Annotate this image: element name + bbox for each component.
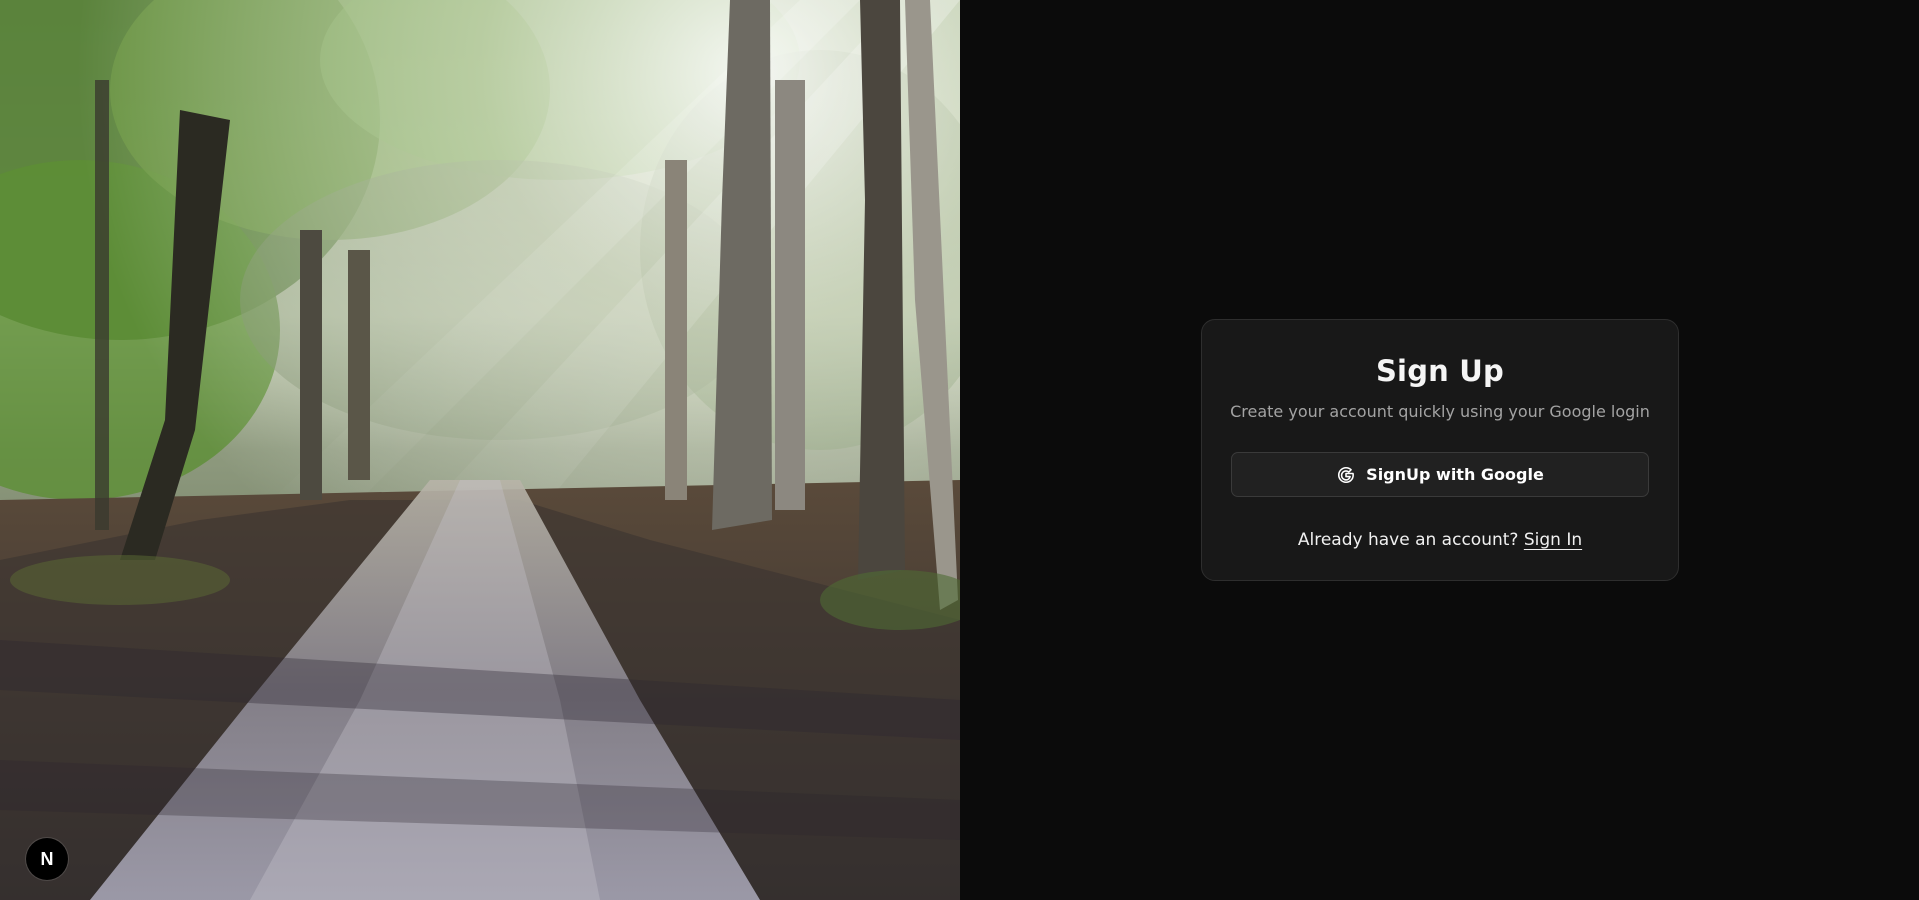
hero-image: N xyxy=(0,0,960,900)
dev-tools-badge[interactable]: N xyxy=(26,838,68,880)
forest-path-photo xyxy=(0,0,960,900)
signin-prompt-text: Already have an account? xyxy=(1297,530,1519,550)
signup-card: Sign Up Create your account quickly usin… xyxy=(1201,319,1679,581)
google-icon xyxy=(1336,465,1356,485)
dev-badge-letter: N xyxy=(40,848,54,869)
page-title: Sign Up xyxy=(1375,354,1505,388)
signup-page: N Sign Up Create your account quickly us… xyxy=(0,0,1919,900)
google-signup-label: SignUp with Google xyxy=(1366,465,1544,484)
google-signup-button[interactable]: SignUp with Google xyxy=(1231,452,1649,497)
signin-link[interactable]: Sign In xyxy=(1524,530,1582,550)
signup-subtitle: Create your account quickly using your G… xyxy=(1230,402,1650,421)
auth-panel: Sign Up Create your account quickly usin… xyxy=(960,0,1919,900)
signin-prompt-row: Already have an account? Sign In xyxy=(1202,530,1678,550)
